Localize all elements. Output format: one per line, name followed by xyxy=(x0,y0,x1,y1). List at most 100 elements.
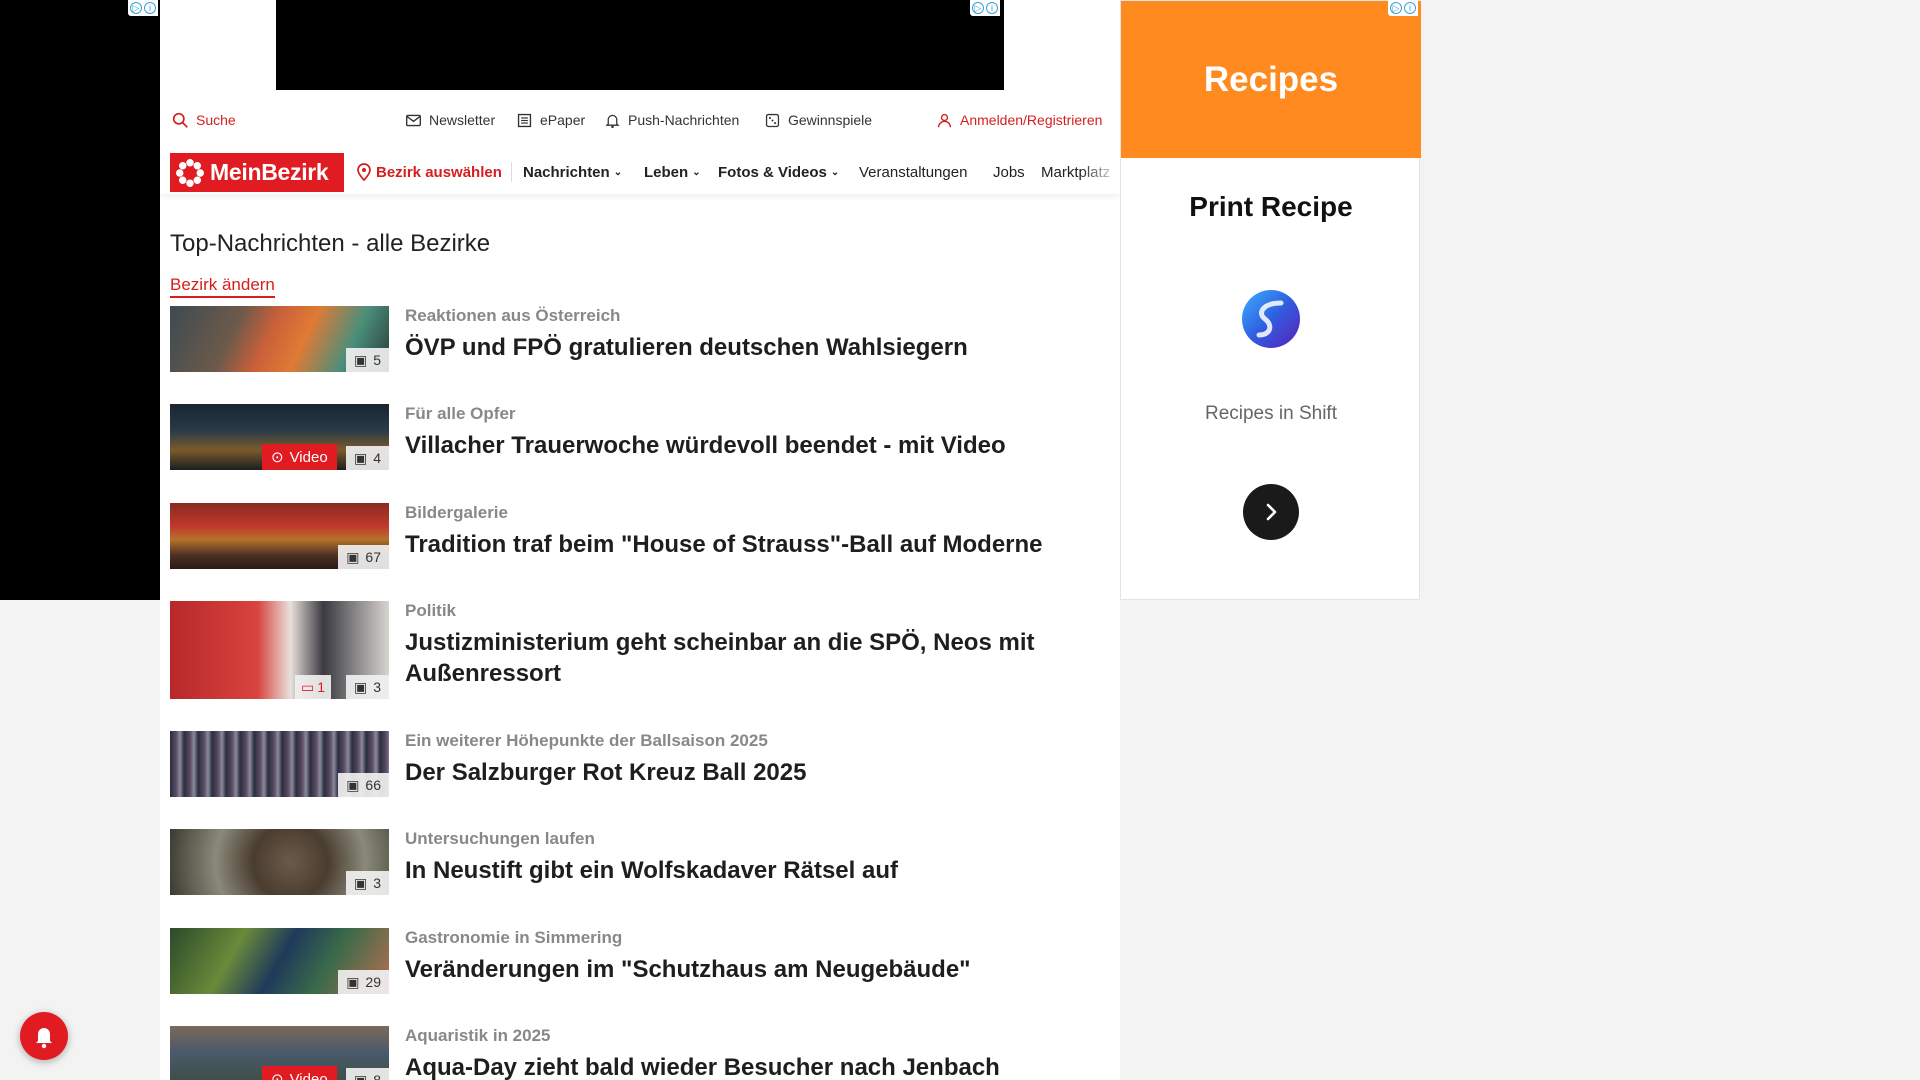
push-link[interactable]: Push-Nachrichten xyxy=(604,108,739,132)
image-count-badge: ▣ 3 xyxy=(345,871,389,895)
newsletter-link[interactable]: Newsletter xyxy=(405,108,495,132)
article-thumbnail[interactable]: ⊙ Video ▣ 8 xyxy=(170,1026,389,1080)
flower-logo-icon xyxy=(176,158,204,187)
article-headline[interactable]: Justizministerium geht scheinbar an die … xyxy=(405,627,1105,689)
article-headline[interactable]: In Neustift gibt ein Wolfskadaver Rätsel… xyxy=(405,855,1105,886)
chevron-down-icon: ⌄ xyxy=(692,166,701,178)
bell-icon xyxy=(605,114,620,128)
article-thumbnail[interactable]: ▣ 66 xyxy=(170,731,389,797)
epaper-label: ePaper xyxy=(540,112,586,128)
image-count: 67 xyxy=(365,549,381,565)
article-item[interactable]: ⊙ Video ▣ 8 Aquaristik in 2025 Aqua-Day zi… xyxy=(170,1026,1110,1080)
gallery-icon: ▣ xyxy=(353,1071,368,1080)
search-icon xyxy=(172,112,188,128)
article-kicker: Ein weiterer Höhepunkte der Ballsaison 2… xyxy=(405,731,768,750)
search-label: Suche xyxy=(196,112,236,128)
article-thumbnail[interactable]: ▣ 5 xyxy=(170,306,389,372)
gallery-icon: ▣ xyxy=(346,548,360,565)
image-count: 3 xyxy=(373,875,381,891)
adchoices-icon[interactable]: ▷ i xyxy=(970,0,1000,16)
nav-label: Fotos & Videos xyxy=(718,163,827,181)
image-count-badge: ▣ 67 xyxy=(338,545,389,569)
ad-next-button[interactable] xyxy=(1243,484,1299,540)
article-headline[interactable]: Der Salzburger Rot Kreuz Ball 2025 xyxy=(405,757,1105,788)
article-item[interactable]: ▣ 29 Gastronomie in Simmering Veränderung… xyxy=(170,928,1110,994)
adchoices-icon[interactable]: ▷ i xyxy=(128,0,158,16)
article-headline[interactable]: ÖVP und FPÖ gratulieren deutschen Wahlsi… xyxy=(405,332,1105,363)
comment-count: 1 xyxy=(317,679,325,695)
article-headline[interactable]: Veränderungen im "Schutzhaus am Neugebäu… xyxy=(405,954,1105,985)
change-bezirk-link[interactable]: Bezirk ändern xyxy=(170,275,275,298)
epaper-link[interactable]: ePaper xyxy=(516,108,585,132)
image-count-badge: ▣ 5 xyxy=(345,348,389,372)
bezirk-select[interactable]: Bezirk auswählen xyxy=(356,150,502,194)
login-link[interactable]: Anmelden/Registrieren xyxy=(936,108,1102,132)
top-ad-banner[interactable] xyxy=(276,0,1004,90)
nav-item-jobs[interactable]: Jobs xyxy=(993,150,1025,194)
image-count-badge: ▣ 29 xyxy=(338,970,389,994)
adchoices-icon[interactable]: ▷ i xyxy=(1388,0,1418,16)
article-headline[interactable]: Aqua-Day zieht bald wieder Besucher nach… xyxy=(405,1052,1105,1080)
article-item[interactable]: ▣ 3 Untersuchungen laufen In Neustift gib… xyxy=(170,829,1110,895)
logo-text: MeinBezirk xyxy=(210,159,329,185)
article-thumbnail[interactable]: ⊙ Video ▣ 4 xyxy=(170,404,389,470)
gallery-icon: ▣ xyxy=(353,874,368,891)
search-link[interactable]: Suche xyxy=(172,108,236,132)
image-count: 5 xyxy=(373,352,381,368)
article-thumbnail[interactable]: ▣ 29 xyxy=(170,928,389,994)
article-item[interactable]: ▣ 66 Ein weiterer Höhepunkte der Ballsais… xyxy=(170,731,1110,797)
image-count-badge: ▣ 4 xyxy=(345,446,389,470)
article-kicker: Reaktionen aus Österreich xyxy=(405,306,621,325)
article-thumbnail[interactable]: ▣ 3 xyxy=(170,829,389,895)
nav-item-nachrichten[interactable]: Nachrichten ⌄ xyxy=(523,150,622,194)
meinbezirk-logo[interactable]: MeinBezirk xyxy=(170,153,344,192)
comment-count-badge: ▭ 1 xyxy=(294,675,331,699)
image-count: 29 xyxy=(365,974,381,990)
left-ad-banner[interactable] xyxy=(0,0,160,600)
right-ad-panel[interactable]: Recipes Print Recipe Recipes in Shift xyxy=(1120,0,1421,600)
location-pin-icon xyxy=(357,163,371,181)
nav-label: Jobs xyxy=(993,163,1025,181)
envelope-icon xyxy=(406,114,421,126)
gallery-icon: ▣ xyxy=(346,776,360,793)
bell-icon xyxy=(36,1028,52,1049)
chevron-down-icon: ⌄ xyxy=(830,166,840,178)
main-content: ▷ i Suche Newsletter ePaper Push-Nachrich… xyxy=(160,0,1120,1080)
nav-fade xyxy=(1080,150,1120,194)
article-thumbnail[interactable]: ▣ 67 xyxy=(170,503,389,569)
article-kicker: Politik xyxy=(405,601,457,620)
article-headline[interactable]: Villacher Trauerwoche würdevoll beendet … xyxy=(405,430,1105,461)
gallery-icon: ▣ xyxy=(353,449,368,466)
gewinnspiele-label: Gewinnspiele xyxy=(788,112,873,128)
section-title: Top-Nachrichten - alle Bezirke xyxy=(170,230,491,257)
article-item[interactable]: ▭ 1 ▣ 3 Politik Justizministerium geht sch… xyxy=(170,601,1110,699)
nav-item-veranstaltungen[interactable]: Veranstaltungen xyxy=(859,150,967,194)
newspaper-icon xyxy=(517,113,532,127)
notification-bell-button[interactable] xyxy=(20,1012,68,1060)
ad-title: Print Recipe xyxy=(1189,191,1353,222)
image-count: 66 xyxy=(365,777,381,793)
article-kicker: Untersuchungen laufen xyxy=(405,829,595,848)
article-item[interactable]: ▣ 5 Reaktionen aus Österreich ÖVP und FPÖ… xyxy=(170,306,1110,372)
newsletter-label: Newsletter xyxy=(429,112,496,128)
image-count: 3 xyxy=(373,679,381,695)
article-thumbnail[interactable]: ▭ 1 ▣ 3 xyxy=(170,601,389,699)
play-icon: ⊙ xyxy=(271,449,284,466)
nav-label: Leben xyxy=(644,163,689,181)
article-headline[interactable]: Tradition traf beim "House of Strauss"-B… xyxy=(405,529,1105,560)
video-label: Video xyxy=(289,448,328,466)
ad-header: Recipes xyxy=(1121,1,1421,158)
nav-item-fotos-videos[interactable]: Fotos & Videos ⌄ xyxy=(718,150,839,194)
dice-icon xyxy=(765,113,780,127)
image-count-badge: ▣ 66 xyxy=(338,773,389,797)
video-badge: ⊙ Video xyxy=(262,1066,337,1080)
chevron-right-icon xyxy=(1266,503,1277,521)
gallery-icon: ▣ xyxy=(353,351,368,368)
push-label: Push-Nachrichten xyxy=(628,112,740,128)
gewinnspiele-link[interactable]: Gewinnspiele xyxy=(764,108,872,132)
video-label: Video xyxy=(289,1070,328,1080)
gallery-icon: ▣ xyxy=(353,678,368,695)
article-item[interactable]: ▣ 67 Bildergalerie Tradition traf beim "H… xyxy=(170,503,1110,569)
article-item[interactable]: ⊙ Video ▣ 4 Für alle Opfer Villacher Traue… xyxy=(170,404,1110,470)
nav-item-leben[interactable]: Leben ⌄ xyxy=(644,150,701,194)
